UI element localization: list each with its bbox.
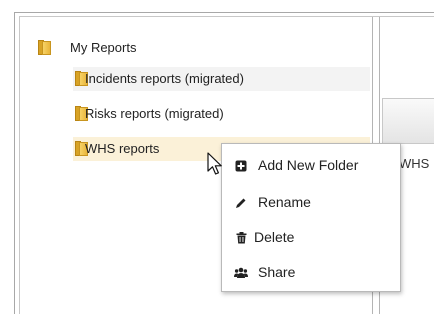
folder-open-icon [38, 40, 51, 55]
menu-item-delete[interactable]: Delete [222, 220, 400, 254]
tree-node-label: Risks reports (migrated) [85, 106, 224, 121]
tree-node-risks-reports[interactable]: Risks reports (migrated) [73, 102, 370, 126]
tree-node-label: My Reports [70, 40, 137, 55]
context-menu: Add New Folder Rename Delete Share [221, 143, 401, 292]
menu-item-label: Add New Folder [258, 157, 359, 173]
tree-node-label: Incidents reports (migrated) [85, 71, 244, 86]
menu-item-rename[interactable]: Rename [222, 185, 400, 219]
pencil-icon [234, 185, 248, 219]
mouse-cursor-icon [207, 152, 222, 175]
menu-item-label: Rename [258, 194, 311, 210]
users-icon [234, 255, 248, 289]
plus-square-icon [234, 148, 248, 182]
trash-icon [234, 220, 248, 254]
tree-node-my-reports[interactable]: My Reports [36, 36, 366, 60]
right-pane-title: WHS [399, 156, 430, 171]
menu-item-label: Share [258, 264, 296, 280]
menu-item-share[interactable]: Share [222, 255, 400, 289]
tree-node-label: WHS reports [85, 141, 160, 156]
menu-item-add-new-folder[interactable]: Add New Folder [222, 148, 400, 182]
right-pane-header [382, 98, 434, 144]
menu-item-label: Delete [254, 229, 295, 245]
tree-node-incidents-reports[interactable]: Incidents reports (migrated) [73, 67, 370, 91]
